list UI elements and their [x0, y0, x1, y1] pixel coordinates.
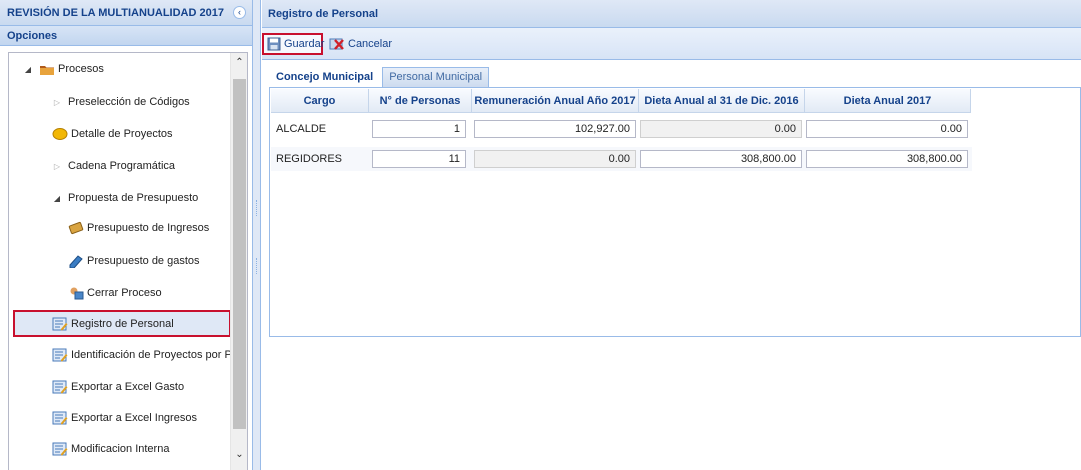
save-button[interactable]: Guardar: [262, 33, 325, 55]
cancel-label: Cancelar: [348, 38, 393, 50]
cargo-cell: ALCALDE: [276, 123, 327, 135]
form-edit-icon: [52, 348, 68, 362]
tree-item-exportar-excel-ingresos[interactable]: Exportar a Excel Ingresos: [52, 406, 197, 430]
tree-item-label: Detalle de Proyectos: [71, 128, 173, 140]
column-header-personas[interactable]: N° de Personas: [369, 89, 472, 113]
tree-item-identificacion-proyectos[interactable]: Identificación de Proyectos por Prod: [52, 343, 248, 367]
tree-item-preseleccion[interactable]: ▷ Preselección de Códigos: [52, 90, 190, 114]
table-row: REGIDORES 11 0.00 308,800.00 308,800.00: [271, 147, 972, 171]
tree-item-presupuesto-ingresos[interactable]: Presupuesto de Ingresos: [68, 216, 209, 240]
grid-header: Cargo N° de Personas Remuneración Anual …: [271, 89, 971, 113]
tree-item-registro-personal[interactable]: Registro de Personal: [13, 310, 231, 337]
left-panel: REVISIÓN DE LA MULTIANUALIDAD 2017 ‹ Opc…: [0, 0, 253, 470]
personal-grid: Cargo N° de Personas Remuneración Anual …: [269, 87, 1081, 337]
form-edit-icon: [52, 442, 68, 456]
column-header-dieta-2017[interactable]: Dieta Anual 2017: [805, 89, 971, 113]
tab-bar: Concejo Municipal Personal Municipal: [269, 67, 491, 87]
tree-item-label: Exportar a Excel Gasto: [71, 381, 185, 393]
collapsed-arrow-icon[interactable]: ▷: [52, 162, 62, 171]
collapse-icon[interactable]: ‹: [233, 6, 246, 19]
column-header-remuneracion[interactable]: Remuneración Anual Año 2017: [472, 89, 639, 113]
tree-item-label: Presupuesto de Ingresos: [87, 222, 210, 234]
tab-personal-municipal[interactable]: Personal Municipal: [382, 67, 490, 87]
tree-item-label: Preselección de Códigos: [68, 96, 190, 108]
splitter-grip: [256, 258, 258, 274]
tree-item-modificacion-interna[interactable]: Modificacion Interna: [52, 437, 169, 461]
scroll-thumb[interactable]: [233, 79, 246, 429]
tree-item-label: Registro de Personal: [71, 317, 174, 330]
tree-item-exportar-excel-gasto[interactable]: Exportar a Excel Gasto: [52, 375, 184, 399]
dieta-2017-input[interactable]: 308,800.00: [806, 150, 968, 168]
personas-input[interactable]: 1: [372, 120, 466, 138]
expanded-arrow-icon[interactable]: ◢: [52, 194, 62, 203]
form-edit-icon: [52, 380, 68, 394]
column-header-cargo[interactable]: Cargo: [271, 89, 369, 113]
remuneracion-field: 0.00: [474, 150, 636, 168]
user-lock-icon: [68, 286, 84, 300]
scroll-down-icon[interactable]: ⌄: [231, 449, 247, 465]
sidebar-title: REVISIÓN DE LA MULTIANUALIDAD 2017: [7, 6, 224, 19]
collapsed-arrow-icon[interactable]: ▷: [52, 98, 62, 107]
options-tree: ◢ Procesos ▷ Preselección de Códigos Det…: [8, 52, 248, 470]
lightbulb-icon: [52, 127, 68, 141]
tree-item-label: Procesos: [58, 63, 104, 75]
form-edit-icon: [52, 411, 68, 425]
floppy-disk-icon: [267, 37, 281, 51]
table-row: ALCALDE 1 102,927.00 0.00 0.00: [271, 117, 972, 141]
sidebar-header: REVISIÓN DE LA MULTIANUALIDAD 2017 ‹: [0, 0, 252, 26]
page-title: Registro de Personal: [262, 0, 1081, 28]
tree-item-label: Presupuesto de gastos: [87, 255, 200, 267]
tree-item-procesos[interactable]: ◢ Procesos: [23, 57, 104, 81]
splitter-grip: [256, 200, 258, 216]
tree-scrollbar[interactable]: ⌃ ⌄: [230, 53, 247, 470]
options-section-header: Opciones: [0, 26, 252, 46]
pencil-icon: [68, 254, 84, 268]
tab-concejo-municipal[interactable]: Concejo Municipal: [269, 67, 381, 87]
toolbar: Guardar Cancelar: [262, 28, 1081, 60]
panel-splitter[interactable]: [253, 0, 261, 470]
scroll-up-icon[interactable]: ⌃: [231, 57, 247, 73]
tree-item-label: Cadena Programática: [68, 160, 176, 172]
tree-item-detalle-proyectos[interactable]: Detalle de Proyectos: [52, 122, 173, 146]
folder-icon: [39, 62, 55, 76]
tree-item-propuesta-presupuesto[interactable]: ◢ Propuesta de Presupuesto: [52, 186, 198, 210]
dieta-2016-input[interactable]: 308,800.00: [640, 150, 802, 168]
tree-item-label: Modificacion Interna: [71, 443, 170, 455]
cargo-cell: REGIDORES: [276, 153, 343, 165]
expanded-arrow-icon[interactable]: ◢: [23, 65, 33, 74]
personas-input[interactable]: 11: [372, 150, 466, 168]
tree-item-cadena-programatica[interactable]: ▷ Cadena Programática: [52, 154, 175, 178]
tree-item-label: Identificación de Proyectos por Prod: [71, 349, 248, 361]
tree-item-label: Exportar a Excel Ingresos: [71, 412, 197, 424]
form-edit-icon: [52, 317, 68, 331]
save-label: Guardar: [284, 38, 325, 50]
tree-item-label: Cerrar Proceso: [87, 287, 162, 299]
dieta-2017-input[interactable]: 0.00: [806, 120, 968, 138]
main-panel: Registro de Personal Guardar Cancelar Co…: [262, 0, 1081, 470]
tree-item-cerrar-proceso[interactable]: Cerrar Proceso: [68, 281, 162, 305]
cancel-icon: [329, 37, 345, 51]
tree-item-label: Propuesta de Presupuesto: [68, 192, 199, 204]
remuneracion-input[interactable]: 102,927.00: [474, 120, 636, 138]
money-icon: [68, 221, 84, 235]
tree-item-presupuesto-gastos[interactable]: Presupuesto de gastos: [68, 249, 200, 273]
column-header-dieta-2016[interactable]: Dieta Anual al 31 de Dic. 2016: [639, 89, 805, 113]
cancel-button[interactable]: Cancelar: [326, 33, 395, 55]
dieta-2016-field: 0.00: [640, 120, 802, 138]
